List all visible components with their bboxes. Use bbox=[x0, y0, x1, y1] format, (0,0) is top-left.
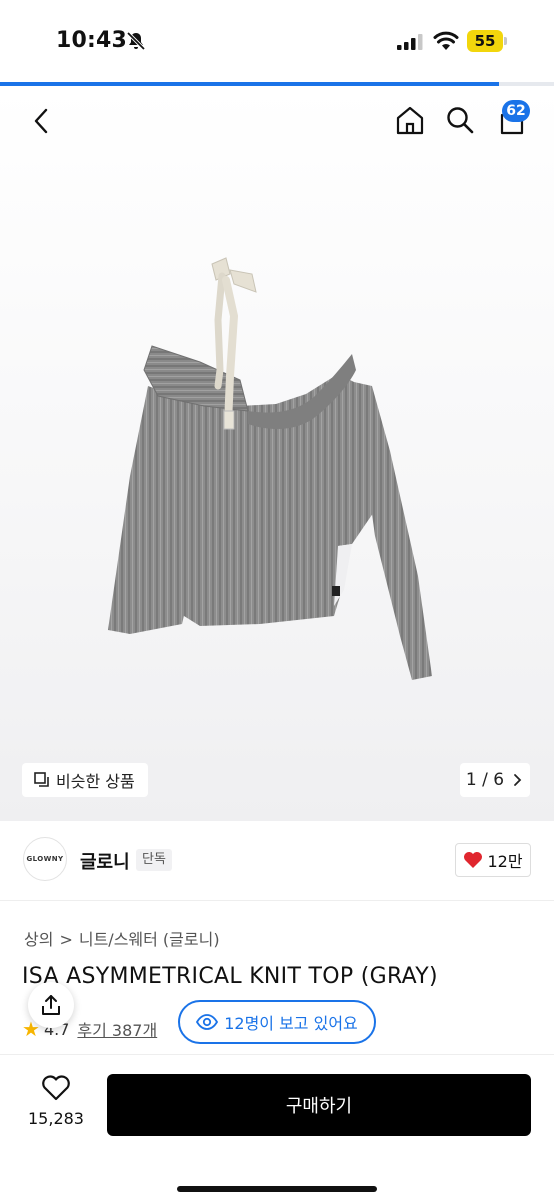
similar-products-label: 비슷한 상품 bbox=[56, 772, 135, 791]
viewers-badge: 12명이 보고 있어요 bbox=[178, 1000, 376, 1044]
eye-icon bbox=[196, 1014, 219, 1030]
cellular-signal-icon bbox=[397, 34, 423, 50]
search-icon bbox=[447, 107, 474, 134]
cart-count-badge: 62 bbox=[502, 100, 530, 122]
wifi-icon bbox=[433, 31, 459, 50]
viewers-text: 12명이 보고 있어요 bbox=[224, 1014, 358, 1033]
image-counter-text: 1 / 6 bbox=[465, 770, 505, 790]
status-time: 10:43 bbox=[56, 28, 128, 53]
product-gallery[interactable]: 62 비슷한 상품 1 / 6 bbox=[0, 86, 554, 821]
product-title: ISA ASYMMETRICAL KNIT TOP (GRAY) bbox=[22, 964, 438, 989]
similar-products-button[interactable]: 비슷한 상품 bbox=[22, 763, 148, 797]
wishlist-count: 15,283 bbox=[28, 1109, 84, 1128]
breadcrumb-item[interactable]: 상의 bbox=[24, 930, 53, 949]
share-button[interactable] bbox=[28, 982, 74, 1028]
battery-indicator: 55 bbox=[467, 30, 507, 52]
heart-outline-icon bbox=[42, 1075, 70, 1101]
wishlist-button[interactable]: 15,283 bbox=[22, 1075, 90, 1139]
image-page-counter[interactable]: 1 / 6 bbox=[460, 763, 530, 797]
bottom-purchase-bar: 15,283 구매하기 bbox=[0, 1054, 554, 1200]
search-button[interactable] bbox=[442, 102, 478, 138]
home-button[interactable] bbox=[392, 102, 428, 138]
battery-tip bbox=[504, 37, 507, 45]
brand-row[interactable]: GLOWNY 글로니 단독 12만 bbox=[0, 821, 554, 901]
back-button[interactable] bbox=[24, 104, 58, 138]
exclusive-badge: 단독 bbox=[136, 849, 172, 871]
category-breadcrumb: 상의 > 니트/스웨터 (글로니) bbox=[24, 926, 220, 950]
battery-level: 55 bbox=[467, 30, 503, 52]
buy-button[interactable]: 구매하기 bbox=[107, 1074, 531, 1136]
brand-name[interactable]: 글로니 bbox=[80, 848, 130, 874]
chevron-left-icon bbox=[34, 108, 48, 134]
breadcrumb-separator: > bbox=[59, 930, 73, 949]
brand-like-button[interactable]: 12만 bbox=[455, 843, 531, 877]
buy-button-label: 구매하기 bbox=[285, 1096, 353, 1117]
home-indicator bbox=[177, 1186, 377, 1192]
review-count-link[interactable]: 후기 387개 bbox=[77, 1017, 157, 1041]
brand-logo-text: GLOWNY bbox=[26, 855, 64, 863]
product-image bbox=[108, 257, 432, 680]
chevron-right-icon bbox=[514, 774, 522, 786]
home-icon bbox=[396, 106, 424, 135]
heart-icon bbox=[464, 852, 483, 868]
share-icon bbox=[42, 995, 60, 1015]
bell-off-icon bbox=[126, 31, 146, 51]
status-bar: 10:43 55 bbox=[0, 0, 554, 84]
brand-like-count: 12만 bbox=[487, 852, 523, 871]
similar-items-icon bbox=[34, 772, 49, 787]
breadcrumb-item[interactable]: 니트/스웨터 (글로니) bbox=[79, 930, 220, 949]
brand-logo[interactable]: GLOWNY bbox=[23, 837, 67, 881]
